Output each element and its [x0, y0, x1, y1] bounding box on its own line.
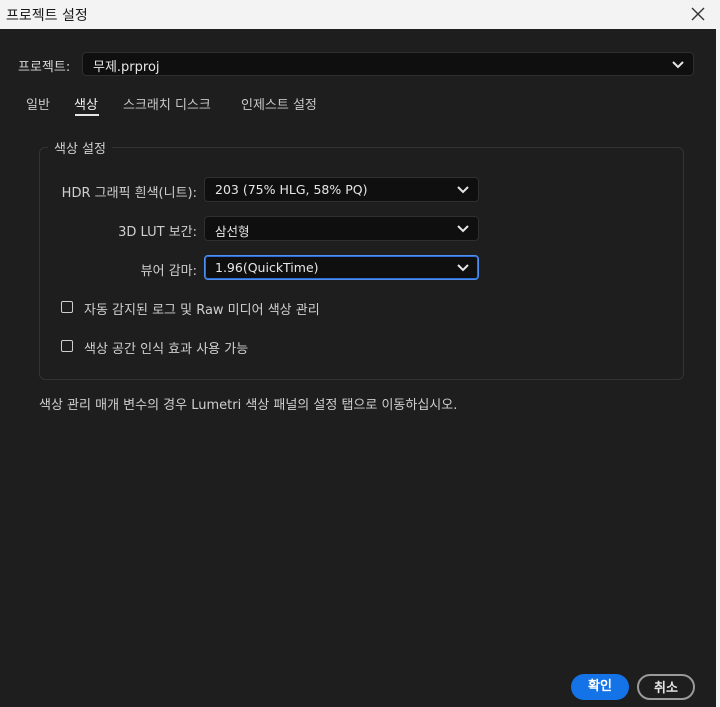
ok-button[interactable]: 확인: [571, 674, 629, 700]
auto-detect-log-row[interactable]: 자동 감지된 로그 및 Raw 미디어 색상 관리: [61, 300, 661, 318]
window-edge: [716, 0, 720, 707]
viewer-gamma-value: 1.96(QuickTime): [215, 260, 319, 275]
chevron-down-icon: [457, 225, 469, 233]
viewer-gamma-label: 뷰어 감마:: [140, 264, 197, 279]
close-icon[interactable]: [688, 4, 708, 24]
window-title: 프로젝트 설정: [6, 8, 88, 24]
lumetri-note: 색상 관리 매개 변수의 경우 Lumetri 색상 패널의 설정 탭으로 이동…: [39, 398, 458, 413]
auto-detect-log-label: 자동 감지된 로그 및 Raw 미디어 색상 관리: [84, 303, 320, 318]
lut-interp-value: 삼선형: [215, 224, 250, 239]
color-space-aware-label: 색상 공간 인식 효과 사용 가능: [84, 342, 249, 357]
cancel-button[interactable]: 취소: [637, 674, 695, 700]
project-label: 프로젝트:: [18, 60, 71, 75]
title-bar: 프로젝트 설정: [0, 0, 716, 29]
tab-scratch-disks[interactable]: 스크래치 디스크: [123, 94, 211, 113]
auto-detect-log-checkbox[interactable]: [61, 301, 73, 313]
color-space-aware-checkbox[interactable]: [61, 340, 73, 352]
chevron-down-icon: [457, 264, 469, 272]
hdr-white-dropdown[interactable]: 203 (75% HLG, 58% PQ): [204, 177, 479, 202]
active-tab-indicator: [75, 114, 99, 116]
hdr-white-label: HDR 그래픽 흰색(니트):: [61, 186, 197, 201]
project-select[interactable]: 무제.prproj: [82, 52, 694, 76]
lut-interp-dropdown[interactable]: 삼선형: [204, 216, 479, 241]
chevron-down-icon: [672, 61, 684, 69]
tab-general[interactable]: 일반: [26, 94, 50, 113]
project-row: 프로젝트: 무제.prproj: [0, 52, 716, 78]
viewer-gamma-dropdown[interactable]: 1.96(QuickTime): [204, 255, 479, 280]
group-title: 색상 설정: [48, 138, 112, 157]
project-value: 무제.prproj: [93, 60, 160, 75]
tab-bar: 일반 색상 스크래치 디스크 인제스트 설정: [0, 94, 716, 118]
color-space-aware-row[interactable]: 색상 공간 인식 효과 사용 가능: [61, 339, 661, 357]
lut-interp-label: 3D LUT 보간:: [118, 225, 197, 240]
tab-ingest-settings[interactable]: 인제스트 설정: [241, 94, 317, 113]
tab-color[interactable]: 색상: [74, 94, 98, 113]
hdr-white-value: 203 (75% HLG, 58% PQ): [215, 182, 368, 197]
chevron-down-icon: [457, 186, 469, 194]
